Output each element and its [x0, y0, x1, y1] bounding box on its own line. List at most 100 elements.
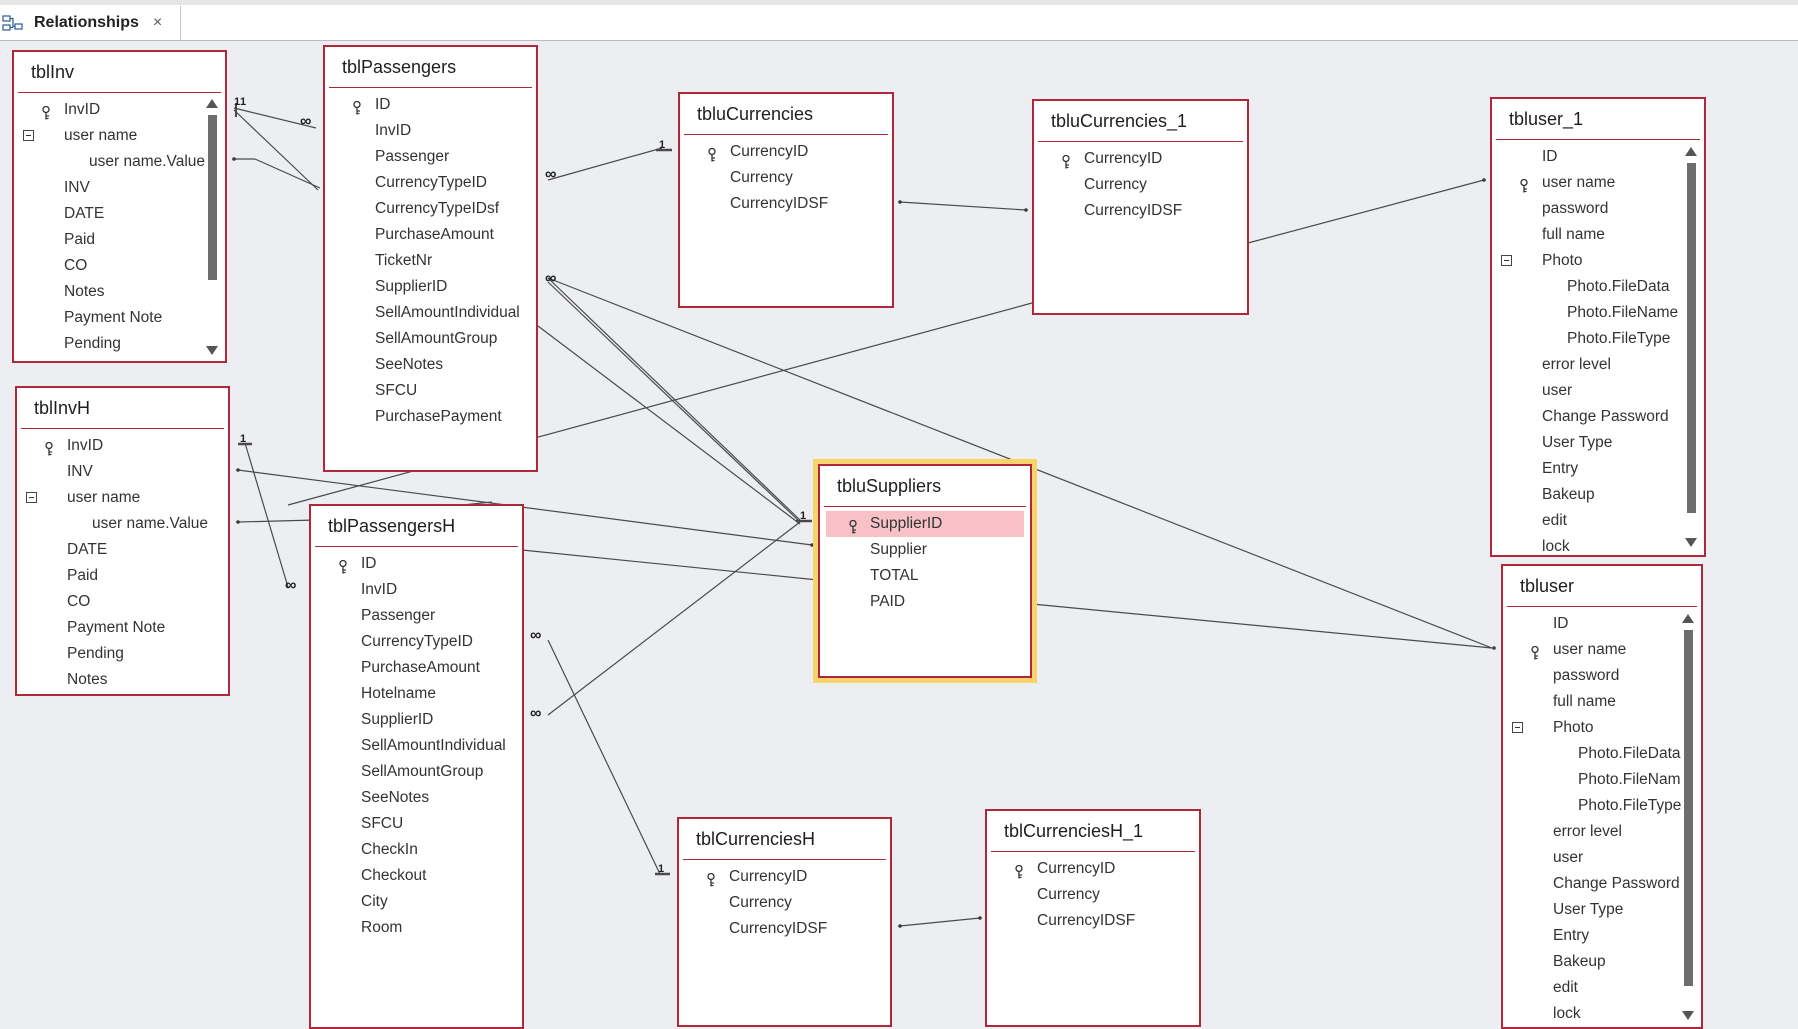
collapse-icon[interactable] [1501, 255, 1512, 266]
field-row[interactable]: Currency [987, 882, 1199, 908]
field-row[interactable]: Payment Note [14, 305, 225, 331]
table-title[interactable]: tbluser [1503, 566, 1701, 604]
vertical-scrollbar[interactable] [1684, 145, 1698, 549]
field-row[interactable]: Bakeup [1503, 949, 1701, 975]
field-row[interactable]: CurrencyID [680, 139, 892, 165]
field-row[interactable]: ID [325, 92, 536, 118]
field-row[interactable]: Photo [1503, 715, 1701, 741]
field-row[interactable]: TOTAL [820, 563, 1030, 589]
field-row[interactable]: ID [1492, 144, 1704, 170]
table-tblPassengersH[interactable]: tblPassengersH ID InvID Passenger Curren… [309, 504, 524, 1029]
field-row[interactable]: DATE [14, 201, 225, 227]
field-row[interactable]: user name.Value [17, 511, 228, 537]
tab-relationships[interactable]: Relationships × [0, 6, 181, 40]
field-row[interactable]: SFCU [311, 811, 522, 837]
table-title[interactable]: tblCurrenciesH [679, 819, 890, 857]
field-row[interactable]: CurrencyIDSF [679, 916, 890, 942]
field-row[interactable]: City [311, 889, 522, 915]
field-row[interactable]: Photo.FileType [1492, 326, 1704, 352]
field-row[interactable]: Paid [14, 227, 225, 253]
field-row[interactable]: edit [1492, 508, 1704, 534]
field-row[interactable]: Pending [17, 641, 228, 667]
field-row[interactable]: full name [1492, 222, 1704, 248]
table-title[interactable]: tbluser_1 [1492, 99, 1704, 137]
field-row[interactable]: PAID [820, 589, 1030, 615]
field-row[interactable]: InvID [14, 97, 225, 123]
field-row[interactable]: Bakeup [1492, 482, 1704, 508]
field-row[interactable]: Currency [680, 165, 892, 191]
table-tblCurrenciesH_1[interactable]: tblCurrenciesH_1 CurrencyID Currency Cur… [985, 809, 1201, 1027]
field-row[interactable]: Notes [17, 667, 228, 693]
field-row[interactable]: PurchasePayment [325, 404, 536, 430]
field-row[interactable]: Photo.FileName [1492, 300, 1704, 326]
field-row[interactable]: PurchaseAmount [325, 222, 536, 248]
table-tblPassengers[interactable]: tblPassengers ID InvID Passenger Currenc… [323, 45, 538, 472]
field-row[interactable]: error level [1503, 819, 1701, 845]
table-tbluser[interactable]: tbluser ID user name password full name … [1501, 564, 1703, 1029]
field-row[interactable]: Photo.FileData [1492, 274, 1704, 300]
field-row[interactable]: InvID [311, 577, 522, 603]
field-row[interactable]: SFCU [325, 378, 536, 404]
field-row[interactable]: Room [311, 915, 522, 941]
field-row[interactable]: lock [1492, 534, 1704, 555]
field-row[interactable]: CurrencyTypeIDsf [325, 196, 536, 222]
vertical-scrollbar[interactable] [1681, 612, 1695, 1022]
field-row[interactable]: Passenger [311, 603, 522, 629]
field-row[interactable]: INV [14, 175, 225, 201]
table-title[interactable]: tbluSuppliers [820, 466, 1030, 504]
field-row[interactable]: TicketNr [325, 248, 536, 274]
scroll-up-icon[interactable] [1682, 614, 1694, 623]
scroll-down-icon[interactable] [1682, 1011, 1694, 1020]
scroll-thumb[interactable] [1684, 630, 1693, 986]
field-row[interactable]: Payment Note [17, 615, 228, 641]
field-row[interactable]: SupplierID [311, 707, 522, 733]
table-title[interactable]: tblPassengers [325, 47, 536, 85]
field-row[interactable]: user [1503, 845, 1701, 871]
field-row[interactable]: CurrencyID [679, 864, 890, 890]
field-row[interactable]: CheckIn [311, 837, 522, 863]
field-row[interactable]: Photo.FileName [1503, 767, 1701, 793]
field-row[interactable]: CO [17, 589, 228, 615]
field-row[interactable]: Entry [1503, 923, 1701, 949]
field-row[interactable]: CurrencyIDSF [987, 908, 1199, 934]
field-row[interactable]: Photo.FileType [1503, 793, 1701, 819]
table-tbluser_1[interactable]: tbluser_1 ID user name password full nam… [1490, 97, 1706, 557]
field-row[interactable]: full name [1503, 689, 1701, 715]
field-row[interactable]: InvID [325, 118, 536, 144]
field-row[interactable]: DATE [17, 537, 228, 563]
field-row[interactable]: Change Password [1503, 871, 1701, 897]
field-row[interactable]: Notes [14, 279, 225, 305]
table-title[interactable]: tblPassengersH [311, 506, 522, 544]
field-row[interactable]: User Type [1503, 897, 1701, 923]
field-row[interactable]: SeeNotes [325, 352, 536, 378]
table-title[interactable]: tbluCurrencies_1 [1034, 101, 1247, 139]
scroll-down-icon[interactable] [206, 346, 218, 355]
field-row[interactable]: CO [14, 253, 225, 279]
field-row[interactable]: CurrencyIDSF [680, 191, 892, 217]
collapse-icon[interactable] [1512, 722, 1523, 733]
table-tblInv[interactable]: tblInv InvID user name user name.Value I… [12, 50, 227, 363]
field-row-selected[interactable]: SupplierID [826, 511, 1024, 537]
field-row[interactable]: SeeNotes [311, 785, 522, 811]
scroll-down-icon[interactable] [1685, 538, 1697, 547]
field-row[interactable]: Supplier [820, 537, 1030, 563]
scroll-thumb[interactable] [208, 115, 217, 280]
table-tbluSuppliers[interactable]: tbluSuppliers SupplierID Supplier TOTAL … [813, 459, 1037, 683]
field-row[interactable]: PurchaseAmount [311, 655, 522, 681]
field-row[interactable]: CurrencyTypeID [311, 629, 522, 655]
field-row[interactable]: SellAmountGroup [311, 759, 522, 785]
table-title[interactable]: tbluCurrencies [680, 94, 892, 132]
field-row[interactable]: CurrencyID [987, 856, 1199, 882]
field-row[interactable]: CurrencyTypeID [325, 170, 536, 196]
vertical-scrollbar[interactable] [205, 97, 219, 357]
field-row[interactable]: password [1503, 663, 1701, 689]
scroll-up-icon[interactable] [1685, 147, 1697, 156]
field-row[interactable]: ID [311, 551, 522, 577]
table-tbluCurrencies_1[interactable]: tbluCurrencies_1 CurrencyID Currency Cur… [1032, 99, 1249, 315]
field-row[interactable]: lock [1503, 1001, 1701, 1027]
field-row[interactable]: CurrencyIDSF [1034, 198, 1247, 224]
collapse-icon[interactable] [23, 130, 34, 141]
field-row[interactable]: Photo [1492, 248, 1704, 274]
table-title[interactable]: tblInv [14, 52, 225, 90]
field-row[interactable]: ID [1503, 611, 1701, 637]
